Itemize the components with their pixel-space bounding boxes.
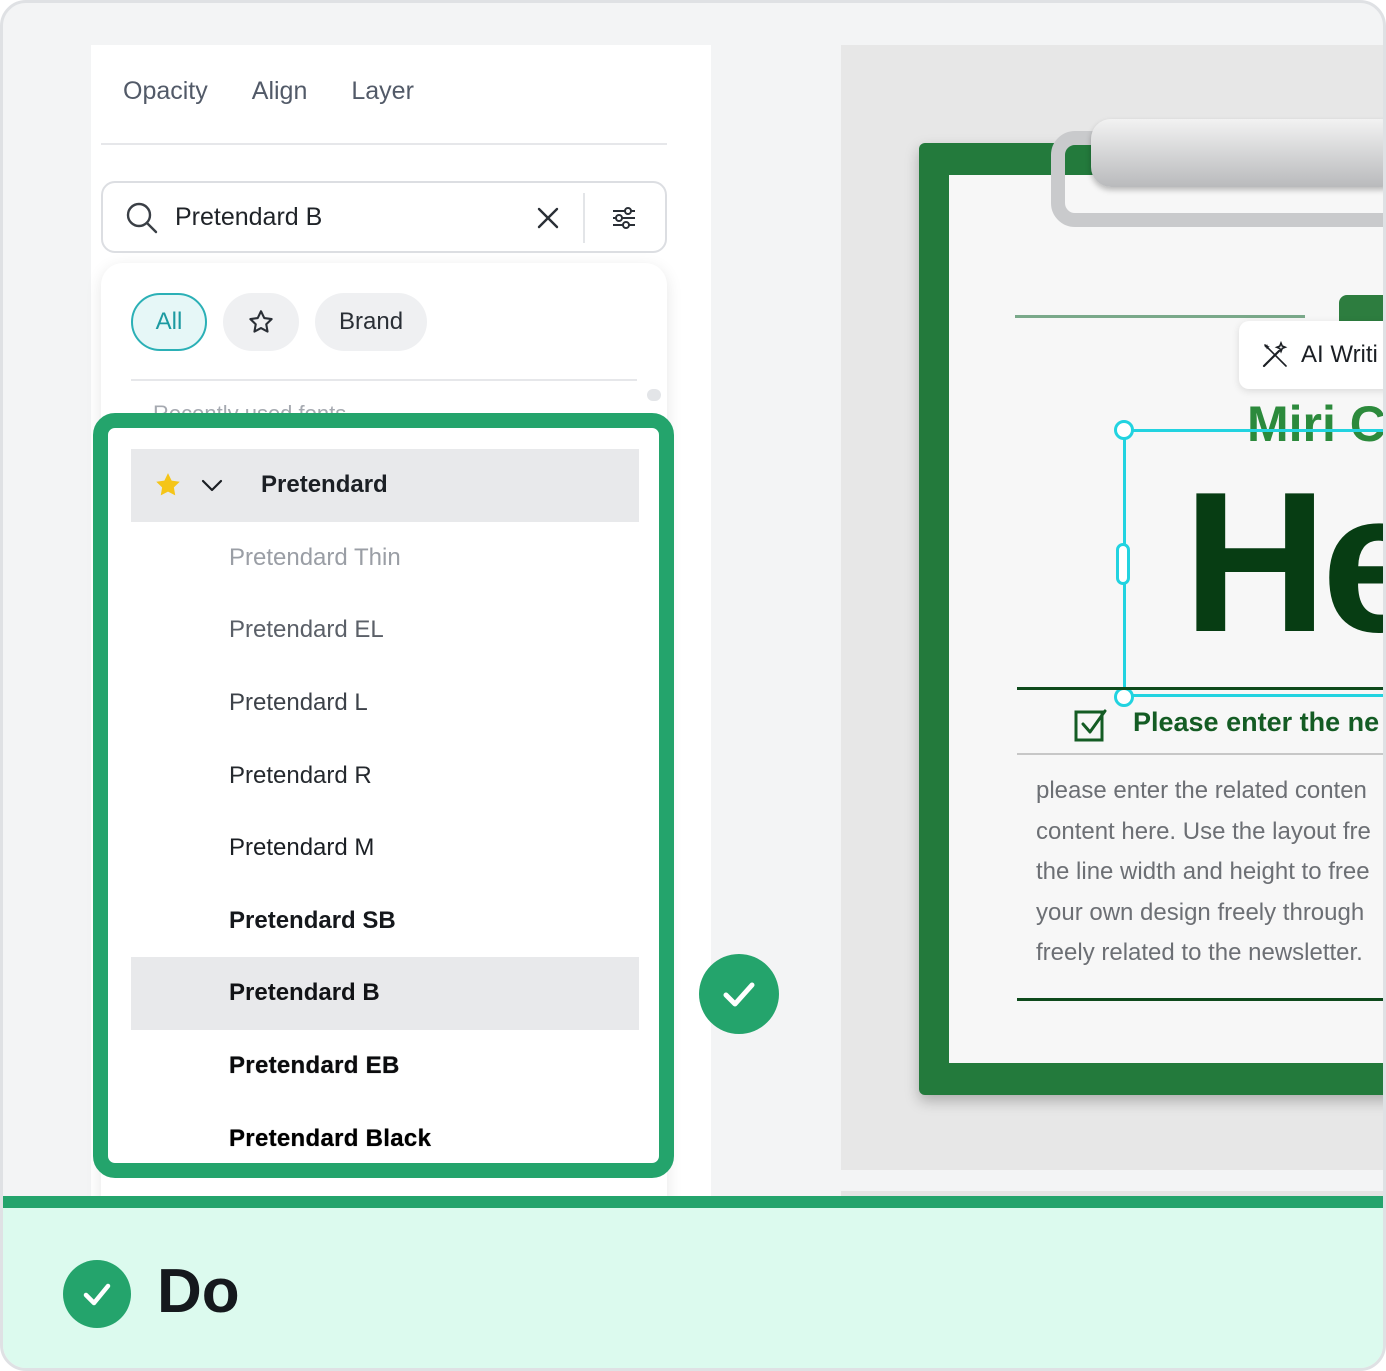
chip-all[interactable]: All <box>131 293 207 351</box>
body-line: your own design freely through <box>1036 898 1365 926</box>
checkbox-checked-icon <box>1074 709 1107 742</box>
font-option-row[interactable]: Pretendard R <box>131 739 639 812</box>
search-separator <box>583 193 585 243</box>
resize-handle-top-left[interactable] <box>1114 420 1134 440</box>
do-label: Do <box>157 1257 240 1326</box>
font-option-row[interactable]: Pretendard M <box>131 812 639 885</box>
tab-align[interactable]: Align <box>252 77 308 106</box>
panel-tabs: Opacity Align Layer <box>123 77 414 106</box>
font-option-row[interactable]: Pretendard EL <box>131 594 639 667</box>
clear-search-icon[interactable] <box>533 203 563 233</box>
font-option-row[interactable]: Pretendard L <box>131 667 639 740</box>
recent-fonts-label: Recently used fonts <box>153 401 347 415</box>
tabs-divider <box>101 143 667 145</box>
check-badge-icon <box>699 954 779 1034</box>
ai-writing-button[interactable]: AI Writi <box>1239 321 1383 389</box>
font-option-row[interactable]: Pretendard Black <box>131 1102 639 1175</box>
body-line: freely related to the newsletter. <box>1036 939 1363 966</box>
tab-layer[interactable]: Layer <box>351 77 414 106</box>
font-option-row[interactable]: Pretendard Thin <box>131 522 639 595</box>
font-option-label: Pretendard L <box>229 689 368 717</box>
paper-rule-grey <box>1017 753 1383 755</box>
example-card: Opacity Align Layer Pretendard B All Bra… <box>0 0 1386 1371</box>
font-group-row[interactable]: Pretendard <box>131 449 639 522</box>
paper-rule-dark <box>1017 687 1383 690</box>
font-option-label: Pretendard M <box>229 834 375 862</box>
magic-wand-icon <box>1262 340 1288 368</box>
font-option-row[interactable]: Pretendard EB <box>131 1030 639 1103</box>
star-outline-icon <box>249 310 273 333</box>
check-circle-icon <box>63 1260 131 1328</box>
body-line: the line width and height to free <box>1036 858 1370 885</box>
font-option-label: Pretendard EB <box>229 1052 400 1080</box>
chevron-down-icon[interactable] <box>199 472 225 498</box>
do-banner: Do <box>3 1196 1383 1368</box>
tab-opacity[interactable]: Opacity <box>123 77 208 106</box>
paper-rule-top <box>1015 315 1305 318</box>
font-option-label: Pretendard Black <box>229 1124 432 1152</box>
font-filter-chips: All Brand <box>131 293 428 351</box>
font-list: Pretendard Pretendard Thin Pretendard EL P… <box>131 449 639 1175</box>
font-option-label: Pretendard R <box>229 761 372 789</box>
chip-favorites[interactable] <box>223 293 299 351</box>
font-option-row[interactable]: Pretendard B <box>131 957 639 1030</box>
ai-writing-label: AI Writi <box>1301 341 1378 368</box>
body-line: please enter the related conten <box>1036 777 1367 804</box>
font-option-label: Pretendard B <box>229 979 380 1007</box>
filter-sliders-icon[interactable] <box>609 203 639 233</box>
font-search-box <box>101 181 667 253</box>
green-label-tab <box>1339 295 1383 321</box>
canvas-section-title[interactable]: Please enter the ne <box>1133 707 1383 738</box>
font-option-label: Pretendard EL <box>229 616 384 644</box>
scrollbar[interactable] <box>647 389 661 401</box>
paper-rule-bottom <box>1017 998 1383 1001</box>
star-filled-icon[interactable] <box>153 470 183 500</box>
font-option-row[interactable]: Pretendard SB <box>131 885 639 958</box>
clip-bar <box>1091 119 1383 187</box>
search-icon <box>126 202 158 234</box>
font-group-label: Pretendard <box>261 471 388 499</box>
selection-box[interactable] <box>1123 429 1383 697</box>
chips-divider <box>131 379 637 381</box>
font-search-input[interactable] <box>175 199 515 235</box>
canvas-body-text[interactable]: please enter the related conten content … <box>1036 771 1383 974</box>
resize-handle-left[interactable] <box>1116 543 1130 585</box>
chip-brand[interactable]: Brand <box>315 293 428 351</box>
font-option-label: Pretendard SB <box>229 906 396 934</box>
body-line: content here. Use the layout fre <box>1036 817 1371 845</box>
resize-handle-bottom-left[interactable] <box>1114 687 1134 707</box>
font-option-label: Pretendard Thin <box>229 543 401 571</box>
